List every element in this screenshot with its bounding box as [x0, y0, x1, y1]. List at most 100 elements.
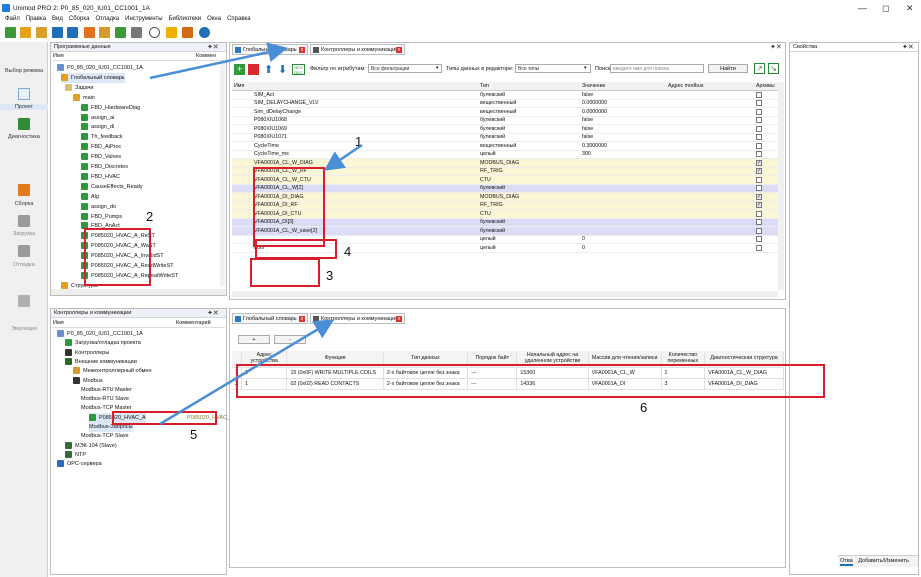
cell-modbus[interactable] — [666, 116, 754, 125]
cell-modbus[interactable] — [666, 218, 754, 227]
cell-type[interactable]: MODBUS_DIAG — [478, 192, 580, 202]
export-icon[interactable]: ↗ — [754, 63, 765, 74]
search-icon[interactable] — [149, 27, 160, 38]
open-folder-icon[interactable] — [20, 27, 31, 38]
tree-item[interactable]: assign_di — [81, 122, 114, 132]
chevron-down-icon[interactable]: ▾ — [584, 65, 587, 71]
tree-item[interactable]: Задачи — [65, 83, 93, 93]
grid-hscrollbar[interactable] — [232, 291, 778, 297]
archive-checkbox[interactable] — [756, 134, 762, 141]
tree-item[interactable]: FBD_Valves — [81, 152, 121, 162]
archive-checkbox[interactable] — [756, 117, 762, 124]
hdr-value[interactable]: Значение — [580, 82, 666, 91]
tree-item[interactable]: Alg — [81, 192, 99, 202]
load-icon[interactable] — [99, 27, 110, 38]
move-up-icon[interactable]: ⬆ — [264, 63, 273, 76]
table-row[interactable]: P080XIU1071 булевский false — [232, 133, 778, 142]
build-hammer-icon[interactable] — [18, 184, 30, 196]
tree-item[interactable]: assign_ai — [81, 113, 114, 123]
cell-type[interactable]: MODBUS_DIAG — [478, 158, 580, 168]
menu-edit[interactable]: Правка — [26, 16, 46, 22]
cell-modbus[interactable] — [666, 243, 754, 253]
tree-hscrollbar[interactable] — [51, 289, 226, 295]
cell-value[interactable]: 300 — [580, 150, 666, 159]
cell-value[interactable]: 0.3000000 — [580, 141, 666, 151]
cell-type[interactable]: вещественный — [478, 99, 580, 108]
cell-archive[interactable]: ✓ — [754, 167, 778, 176]
tree-item-global-dict[interactable]: Глобальный словарь — [61, 72, 125, 83]
cell-modbus[interactable] — [666, 150, 754, 159]
cell-modbus[interactable] — [666, 107, 754, 117]
cell-type[interactable]: вещественный — [478, 141, 580, 151]
table-row[interactable]: P080XIU1069 булевский false — [232, 124, 778, 134]
archive-checkbox[interactable]: ✓ — [756, 168, 762, 175]
tree-item[interactable]: assign_do — [81, 202, 116, 212]
menu-file[interactable]: Файл — [5, 16, 20, 22]
cell-modbus[interactable] — [666, 99, 754, 108]
archive-checkbox[interactable] — [756, 151, 762, 158]
attr-filter-select[interactable]: Все фильтрации — [368, 64, 442, 73]
cell-value[interactable] — [580, 209, 666, 219]
menu-tools[interactable]: Инструменты — [125, 16, 162, 22]
table-row[interactable]: VFA0001A_CL_W_DIAG MODBUS_DIAG ✓ — [232, 158, 778, 168]
tree-item[interactable]: FBD_Pumps — [81, 212, 122, 222]
tree-item[interactable]: FBD_HVAC — [81, 172, 120, 182]
cell-modbus[interactable] — [666, 209, 754, 219]
cell-modbus[interactable] — [666, 175, 754, 185]
debug-mode-icon[interactable] — [18, 245, 30, 257]
diagnostics-icon[interactable] — [18, 118, 30, 130]
hex-dec-icon[interactable]: HEX DEC — [292, 64, 305, 75]
tree-scrollbar[interactable] — [220, 62, 225, 286]
cell-name[interactable]: P080XIU1068 — [232, 116, 478, 125]
cell-type[interactable]: булевский — [478, 133, 580, 142]
archive-checkbox[interactable] — [756, 125, 762, 132]
sidebar-item-emulation[interactable]: Эмуляция — [0, 326, 48, 332]
tree-item[interactable]: main — [73, 93, 95, 103]
cell-name[interactable]: CycleTime_ms — [232, 150, 478, 159]
mode-select-label[interactable]: Выбор режима — [0, 68, 48, 74]
delete-variable-icon[interactable] — [248, 64, 259, 75]
archive-checkbox[interactable] — [756, 219, 762, 226]
tab-global-dict-2[interactable]: Глобальный словарь x — [232, 313, 308, 324]
cell-type[interactable]: булевский — [478, 90, 580, 100]
archive-checkbox[interactable]: ✓ — [756, 202, 762, 209]
maximize-button[interactable]: ◻ — [882, 3, 889, 14]
cell-name[interactable]: Sim_dDelayChange — [232, 107, 478, 117]
archive-checkbox[interactable] — [756, 100, 762, 107]
save-icon[interactable] — [52, 27, 63, 38]
hdr-type[interactable]: Тип — [478, 82, 580, 91]
tree-item[interactable]: FBD_HardwareDiag — [81, 103, 140, 113]
cell-archive[interactable] — [754, 133, 778, 142]
cell-archive[interactable] — [754, 124, 778, 134]
archive-checkbox[interactable] — [756, 236, 762, 243]
remove-request-button[interactable]: - — [274, 335, 306, 344]
archive-checkbox[interactable] — [756, 210, 762, 217]
cell-modbus[interactable] — [666, 167, 754, 176]
cell-name[interactable]: SIM_DELAYCHANGE_VLV — [232, 99, 478, 108]
tab-controllers[interactable]: Контроллеры и коммуникации x — [310, 44, 405, 55]
types-filter-select[interactable]: Все типы — [515, 64, 591, 73]
cell-archive[interactable] — [754, 235, 778, 244]
cell-name[interactable]: VFA0001A_CL_W_DIAG — [232, 158, 478, 168]
archive-checkbox[interactable] — [756, 244, 762, 251]
close-tab-icon[interactable]: x — [396, 47, 402, 53]
cell-archive[interactable]: ✓ — [754, 158, 778, 168]
cell-archive[interactable] — [754, 99, 778, 108]
cell-type[interactable]: булевский — [478, 184, 580, 193]
table-row[interactable]: P080XIU1068 булевский false — [232, 116, 778, 125]
open-project-icon[interactable] — [36, 27, 47, 38]
cell-type[interactable]: целый — [478, 235, 580, 244]
cell-type[interactable]: булевский — [478, 218, 580, 227]
add-request-button[interactable]: + — [238, 335, 270, 344]
cell-archive[interactable] — [754, 116, 778, 125]
compile-icon[interactable] — [115, 27, 126, 38]
cell-value[interactable] — [580, 158, 666, 168]
menu-debug[interactable]: Отладка — [95, 16, 119, 22]
cell-value[interactable]: false — [580, 116, 666, 125]
cell-type[interactable]: RF_TRIG — [478, 167, 580, 176]
hdr-name[interactable]: Имя — [232, 82, 478, 91]
tree-item[interactable]: P0_85_020_IU01_CC1001_1A — [57, 63, 143, 73]
cell-modbus[interactable] — [666, 184, 754, 193]
tab-controllers-2[interactable]: Контроллеры и коммуникации x — [310, 313, 405, 324]
cell-modbus[interactable] — [666, 226, 754, 236]
